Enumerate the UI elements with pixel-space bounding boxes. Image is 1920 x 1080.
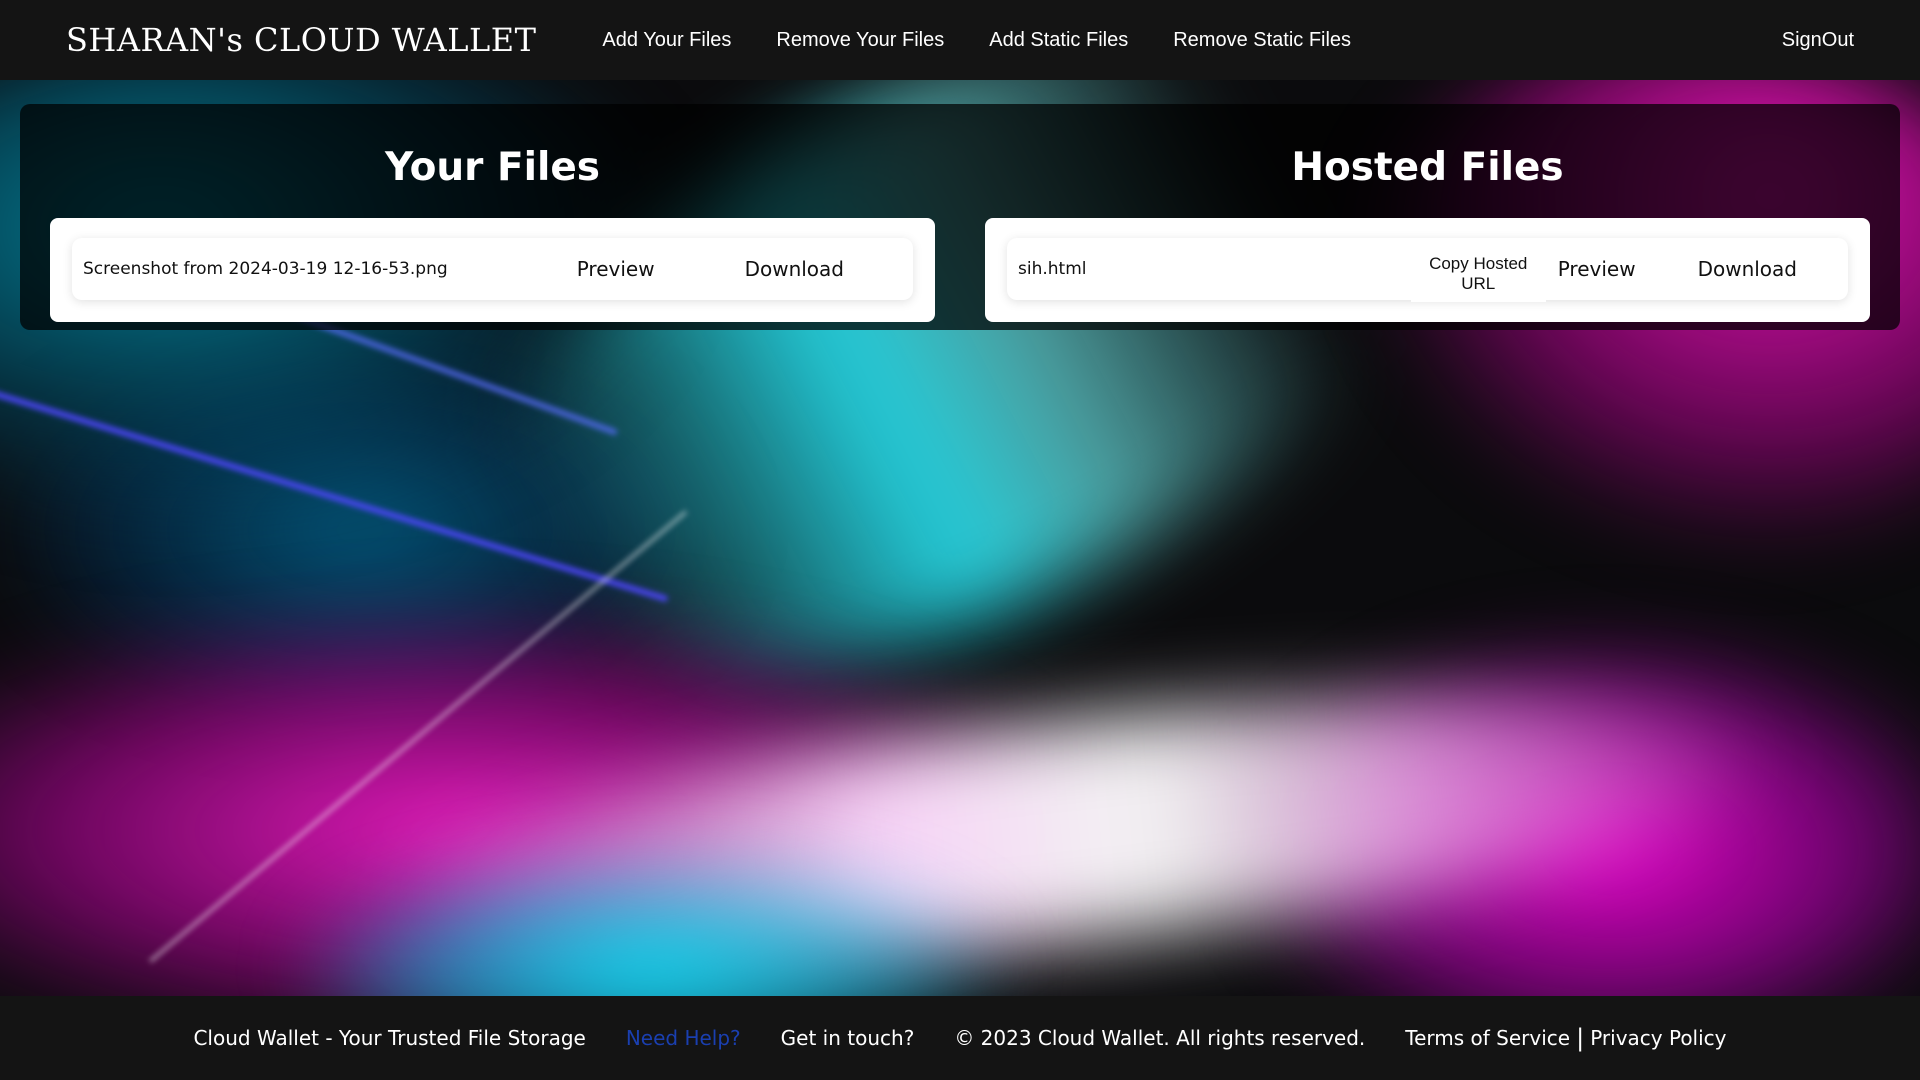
footer: Cloud Wallet - Your Trusted File Storage… (0, 996, 1920, 1080)
your-files-title: Your Files (384, 145, 601, 190)
preview-button[interactable]: Preview (1558, 257, 1636, 281)
files-panel: Your Files Screenshot from 2024-03-19 12… (20, 104, 1900, 330)
get-in-touch-link[interactable]: Get in touch? (781, 1026, 915, 1050)
hosted-files-card: sih.html Copy Hosted URL Preview Downloa… (985, 218, 1870, 322)
legal-separator: | (1576, 1024, 1585, 1052)
your-files-section: Your Files Screenshot from 2024-03-19 12… (50, 104, 935, 322)
terms-of-service-link[interactable]: Terms of Service (1405, 1026, 1570, 1050)
privacy-policy-link[interactable]: Privacy Policy (1590, 1026, 1726, 1050)
hosted-files-section: Hosted Files sih.html Copy Hosted URL Pr… (985, 104, 1870, 322)
download-button[interactable]: Download (1698, 257, 1797, 281)
hosted-files-title: Hosted Files (1291, 145, 1564, 190)
preview-button[interactable]: Preview (577, 257, 655, 281)
nav-add-static-files[interactable]: Add Static Files (989, 29, 1128, 52)
file-row: sih.html Copy Hosted URL Preview Downloa… (1007, 238, 1848, 302)
download-button[interactable]: Download (745, 257, 844, 281)
nav-add-your-files[interactable]: Add Your Files (602, 29, 731, 52)
legal-links: Terms of Service | Privacy Policy (1405, 1024, 1726, 1052)
nav-remove-static-files[interactable]: Remove Static Files (1173, 29, 1351, 52)
brand-title[interactable]: SHARAN's CLOUD WALLET (66, 21, 536, 59)
file-row: Screenshot from 2024-03-19 12-16-53.png … (72, 238, 913, 300)
nav-remove-your-files[interactable]: Remove Your Files (776, 29, 944, 52)
file-name: Screenshot from 2024-03-19 12-16-53.png (83, 259, 448, 279)
your-files-card: Screenshot from 2024-03-19 12-16-53.png … (50, 218, 935, 322)
file-name: sih.html (1018, 259, 1087, 279)
need-help-link[interactable]: Need Help? (626, 1026, 741, 1050)
copy-hosted-url-button[interactable]: Copy Hosted URL (1410, 246, 1546, 302)
copyright-text: © 2023 Cloud Wallet. All rights reserved… (954, 1026, 1366, 1050)
footer-tagline: Cloud Wallet - Your Trusted File Storage (193, 1026, 586, 1050)
nav-links: Add Your Files Remove Your Files Add Sta… (602, 29, 1351, 52)
signout-link[interactable]: SignOut (1782, 29, 1854, 52)
top-navbar: SHARAN's CLOUD WALLET Add Your Files Rem… (0, 0, 1920, 80)
